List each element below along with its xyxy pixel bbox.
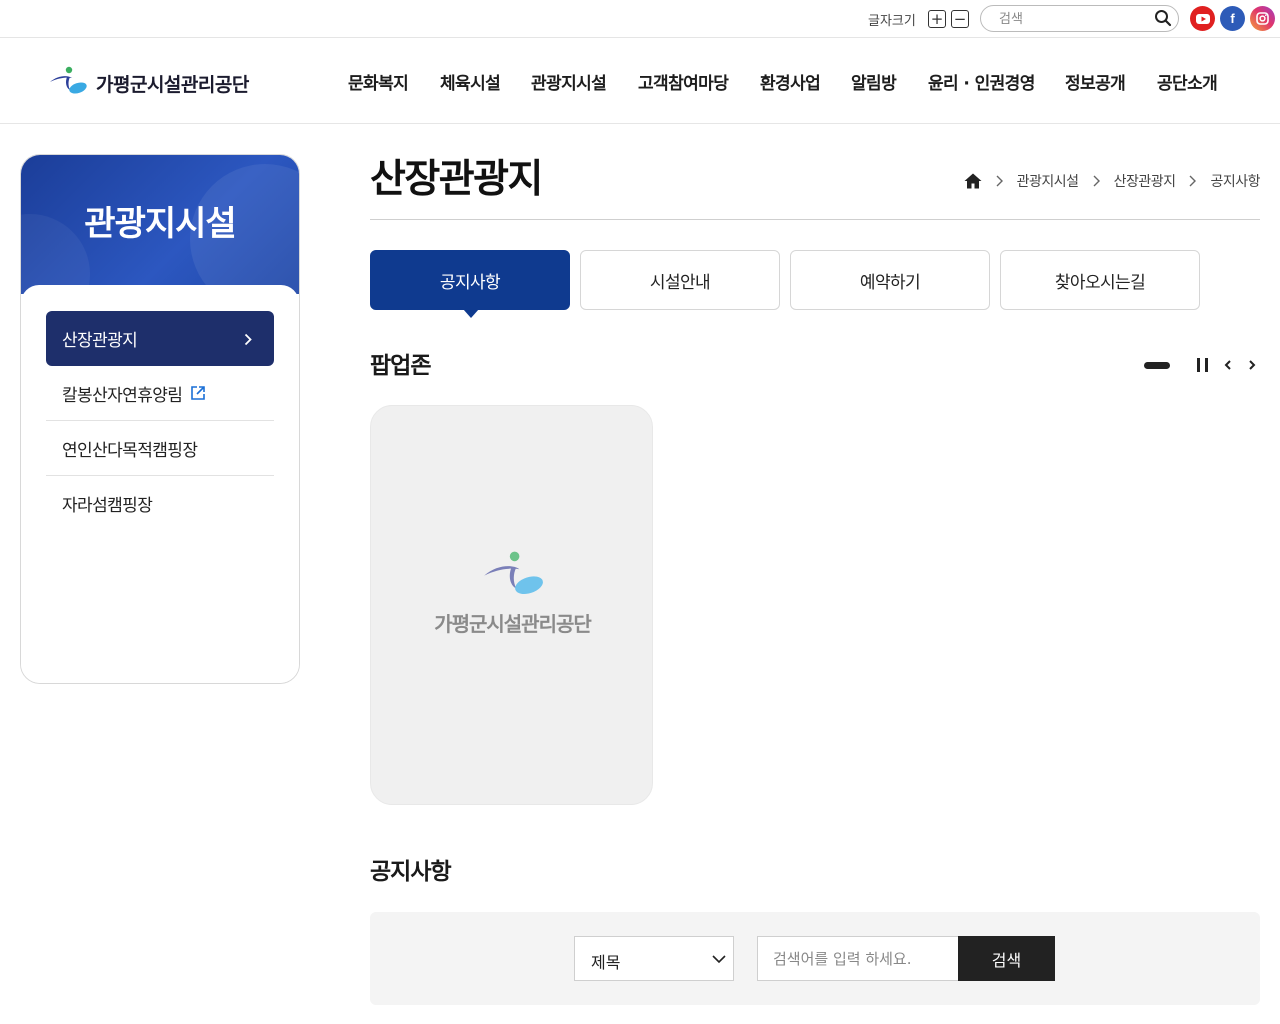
chevron-right-icon [1189, 175, 1197, 187]
breadcrumb-item[interactable]: 관광지시설 [1017, 171, 1079, 191]
sidebar-header: 관광지시설 [21, 155, 299, 294]
top-search-input[interactable] [999, 10, 1149, 28]
tab-directions[interactable]: 찾아오시는길 [1000, 250, 1200, 310]
external-link-icon [190, 385, 206, 401]
title-divider [370, 219, 1260, 220]
popup-zone-title: 팝업존 [370, 353, 431, 379]
notice-search-box: 제목 검색 [370, 912, 1260, 1005]
pause-icon[interactable] [1196, 357, 1210, 373]
main-navigation: 문화복지 체육시설 관광지시설 고객참여마당 환경사업 알림방 윤리 · 인권경… [0, 69, 1280, 94]
sidebar-item-jaraseom[interactable]: 자라섬캠핑장 [46, 476, 274, 531]
nav-item-tourism-facilities[interactable]: 관광지시설 [531, 69, 607, 94]
sidebar-title: 관광지시설 [84, 204, 236, 244]
nav-item-culture-welfare[interactable]: 문화복지 [348, 69, 409, 94]
chevron-right-icon [244, 331, 252, 351]
chevron-left-icon[interactable] [1220, 356, 1236, 374]
sidebar-item-kalbongsan[interactable]: 칼봉산자연휴양림 [46, 366, 274, 421]
nav-item-environment[interactable]: 환경사업 [760, 69, 821, 94]
nav-item-about[interactable]: 공단소개 [1157, 69, 1218, 94]
search-icon[interactable] [1154, 9, 1172, 27]
chevron-right-icon[interactable] [1244, 356, 1260, 374]
tab-reservation[interactable]: 예약하기 [790, 250, 990, 310]
breadcrumb-item[interactable]: 산장관광지 [1114, 171, 1176, 191]
notice-search-button[interactable]: 검색 [958, 936, 1055, 981]
sidebar-item-yeoninsan[interactable]: 연인산다목적캠핑장 [46, 421, 274, 476]
sidebar: 관광지시설 산장관광지 칼봉산자연휴양림 연인산다목적캠핑장 자라섬캠핑장 [20, 154, 300, 684]
popup-controls [1140, 355, 1262, 375]
search-field-value: 제목 [591, 953, 621, 972]
popup-pagination-dot[interactable] [1144, 362, 1170, 369]
instagram-icon[interactable] [1250, 6, 1275, 31]
popup-logo: 가평군시설관리공단 [371, 550, 654, 637]
top-search-box [980, 5, 1179, 32]
chevron-right-icon [1093, 175, 1100, 187]
tab-notice[interactable]: 공지사항 [370, 250, 570, 318]
utility-bar: 글자크기 + − f [0, 0, 1280, 38]
breadcrumb: 관광지시설 산장관광지 공지사항 [964, 171, 1260, 191]
nav-item-ethics-management[interactable]: 윤리 · 인권경영 [928, 69, 1035, 94]
sidebar-item-label: 산장관광지 [62, 331, 138, 351]
popup-logo-text: 가평군시설관리공단 [434, 612, 592, 636]
notice-section-title: 공지사항 [370, 859, 452, 885]
notice-search-input[interactable] [757, 936, 959, 981]
chevron-right-icon [996, 175, 1003, 187]
page-title: 산장관광지 [370, 157, 543, 202]
facebook-icon[interactable]: f [1220, 6, 1245, 31]
youtube-icon[interactable] [1190, 6, 1215, 31]
logo-icon [480, 551, 546, 602]
chevron-down-icon [711, 951, 727, 971]
nav-item-notice-board[interactable]: 알림방 [851, 69, 897, 94]
home-icon[interactable] [964, 173, 982, 189]
font-size-label: 글자크기 [868, 14, 916, 29]
tab-facility-info[interactable]: 시설안내 [580, 250, 780, 310]
sidebar-item-label: 연인산다목적캠핑장 [62, 440, 198, 461]
nav-item-information-disclosure[interactable]: 정보공개 [1065, 69, 1126, 94]
sidebar-item-label: 자라섬캠핑장 [62, 496, 153, 516]
sidebar-item-sanjang[interactable]: 산장관광지 [46, 311, 274, 366]
header: 가평군시설관리공단 문화복지 체육시설 관광지시설 고객참여마당 환경사업 알림… [0, 38, 1280, 124]
breadcrumb-current: 공지사항 [1210, 174, 1260, 190]
font-size-increase-button[interactable]: + [928, 10, 946, 28]
popup-card[interactable]: 가평군시설관리공단 [370, 405, 653, 805]
sidebar-item-label: 칼봉산자연휴양림 [62, 385, 183, 406]
nav-item-customer-participation[interactable]: 고객참여마당 [638, 69, 729, 94]
font-size-decrease-button[interactable]: − [951, 10, 969, 28]
search-field-select[interactable]: 제목 [574, 936, 734, 981]
sidebar-menu: 산장관광지 칼봉산자연휴양림 연인산다목적캠핑장 자라섬캠핑장 [21, 285, 299, 683]
nav-item-sports-facilities[interactable]: 체육시설 [440, 69, 501, 94]
